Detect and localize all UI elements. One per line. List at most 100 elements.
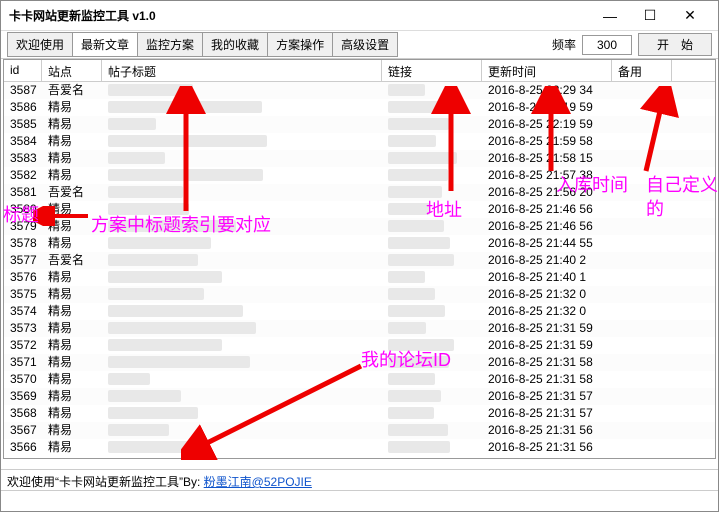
- cell-spare: [612, 320, 672, 337]
- cell-title: [102, 133, 382, 150]
- col-id[interactable]: id: [4, 60, 42, 81]
- tab-3[interactable]: 我的收藏: [202, 32, 268, 57]
- cell-id: 3580: [4, 201, 42, 218]
- cell-link: [382, 201, 482, 218]
- cell-time: 2016-8-25 21:40 2: [482, 252, 612, 269]
- cell-title: [102, 286, 382, 303]
- cell-spare: [612, 405, 672, 422]
- cell-spare: [612, 150, 672, 167]
- cell-time: 2016-8-25 21:32 0: [482, 303, 612, 320]
- cell-site: 精易: [42, 99, 102, 116]
- cell-spare: [612, 422, 672, 439]
- cell-time: 2016-8-25 21:58 15: [482, 150, 612, 167]
- cell-site: 精易: [42, 439, 102, 456]
- table-row[interactable]: 3573精易2016-8-25 21:31 59: [4, 320, 715, 337]
- cell-link: [382, 286, 482, 303]
- table-row[interactable]: 3583精易2016-8-25 21:58 15: [4, 150, 715, 167]
- cell-title: [102, 150, 382, 167]
- cell-link: [382, 439, 482, 456]
- table-row[interactable]: 3578精易2016-8-25 21:44 55: [4, 235, 715, 252]
- cell-time: 2016-8-25 21:31 56: [482, 422, 612, 439]
- cell-title: [102, 184, 382, 201]
- table-row[interactable]: 3579精易2016-8-25 21:46 56: [4, 218, 715, 235]
- cell-spare: [612, 439, 672, 456]
- cell-id: 3577: [4, 252, 42, 269]
- cell-time: 2016-8-25 21:31 57: [482, 405, 612, 422]
- cell-link: [382, 184, 482, 201]
- cell-link: [382, 320, 482, 337]
- cell-id: 3575: [4, 286, 42, 303]
- table-row[interactable]: 3577吾爱名 2016-8-25 21:40 2: [4, 252, 715, 269]
- col-link[interactable]: 链接: [382, 60, 482, 81]
- cell-time: 2016-8-25 21:31 58: [482, 371, 612, 388]
- cell-time: 2016-8-25 21:56 20: [482, 184, 612, 201]
- table-row[interactable]: 3568精易2016-8-25 21:31 57: [4, 405, 715, 422]
- table-row[interactable]: 3580精易2016-8-25 21:46 56: [4, 201, 715, 218]
- minimize-button[interactable]: —: [590, 2, 630, 30]
- list-header: id 站点 帖子标题 链接 更新时间 备用: [4, 60, 715, 82]
- col-title[interactable]: 帖子标题: [102, 60, 382, 81]
- table-row[interactable]: 3569精易2016-8-25 21:31 57: [4, 388, 715, 405]
- cell-title: [102, 405, 382, 422]
- cell-title: [102, 337, 382, 354]
- cell-link: [382, 269, 482, 286]
- cell-site: 精易: [42, 167, 102, 184]
- cell-spare: [612, 269, 672, 286]
- tab-4[interactable]: 方案操作: [267, 32, 333, 57]
- author-link[interactable]: 粉墨江南@52POJIE: [204, 475, 312, 489]
- statusbar: 欢迎使用“卡卡网站更新监控工具”By: 粉墨江南@52POJIE: [1, 469, 718, 491]
- cell-id: 3581: [4, 184, 42, 201]
- table-row[interactable]: 3586精易2016-8-25 22:19 59: [4, 99, 715, 116]
- close-button[interactable]: ✕: [670, 2, 710, 30]
- cell-id: 3582: [4, 167, 42, 184]
- cell-time: 2016-8-25 21:57 38: [482, 167, 612, 184]
- table-row[interactable]: 3581吾爱名2016-8-25 21:56 20: [4, 184, 715, 201]
- table-row[interactable]: 3582精易 2016-8-25 21:57 38: [4, 167, 715, 184]
- cell-link: [382, 133, 482, 150]
- table-row[interactable]: 3571精易2016-8-25 21:31 58: [4, 354, 715, 371]
- col-time[interactable]: 更新时间: [482, 60, 612, 81]
- table-row[interactable]: 3572精易2016-8-25 21:31 59: [4, 337, 715, 354]
- cell-id: 3574: [4, 303, 42, 320]
- cell-link: [382, 303, 482, 320]
- cell-id: 3566: [4, 439, 42, 456]
- col-site[interactable]: 站点: [42, 60, 102, 81]
- col-spare[interactable]: 备用: [612, 60, 672, 81]
- tab-0[interactable]: 欢迎使用: [7, 32, 73, 57]
- cell-id: 3578: [4, 235, 42, 252]
- start-button[interactable]: 开 始: [638, 33, 712, 56]
- table-row[interactable]: 3576精易2016-8-25 21:40 1: [4, 269, 715, 286]
- table-row[interactable]: 3585精易2016-8-25 22:19 59: [4, 116, 715, 133]
- cell-id: 3585: [4, 116, 42, 133]
- tab-5[interactable]: 高级设置: [332, 32, 398, 57]
- titlebar: 卡卡网站更新监控工具 v1.0 — ☐ ✕: [1, 1, 718, 31]
- table-row[interactable]: 3570精易2016-8-25 21:31 58: [4, 371, 715, 388]
- cell-spare: [612, 371, 672, 388]
- cell-link: [382, 82, 482, 99]
- cell-id: 3586: [4, 99, 42, 116]
- cell-title: [102, 235, 382, 252]
- cell-spare: [612, 201, 672, 218]
- table-row[interactable]: 3587吾爱名2016-8-25 22:29 34: [4, 82, 715, 99]
- list-body[interactable]: 3587吾爱名2016-8-25 22:29 343586精易2016-8-25…: [4, 82, 715, 459]
- cell-link: [382, 252, 482, 269]
- maximize-button[interactable]: ☐: [630, 2, 670, 30]
- table-row[interactable]: 3567精易2016-8-25 21:31 56: [4, 422, 715, 439]
- cell-time: 2016-8-25 21:31 57: [482, 388, 612, 405]
- cell-title: [102, 422, 382, 439]
- cell-spare: [612, 337, 672, 354]
- table-row[interactable]: 3574精易2016-8-25 21:32 0: [4, 303, 715, 320]
- table-row[interactable]: 3566精易2016-8-25 21:31 56: [4, 439, 715, 456]
- cell-link: [382, 150, 482, 167]
- status-text: 欢迎使用“卡卡网站更新监控工具”By:: [7, 475, 204, 489]
- cell-site: 精易: [42, 371, 102, 388]
- table-row[interactable]: 3584精易2016-8-25 21:59 58: [4, 133, 715, 150]
- cell-spare: [612, 303, 672, 320]
- tab-2[interactable]: 监控方案: [137, 32, 203, 57]
- freq-input[interactable]: [582, 35, 632, 55]
- tab-1[interactable]: 最新文章: [72, 32, 138, 57]
- cell-title: [102, 99, 382, 116]
- cell-site: 吾爱名: [42, 252, 102, 269]
- cell-title: [102, 218, 382, 235]
- table-row[interactable]: 3575精易2016-8-25 21:32 0: [4, 286, 715, 303]
